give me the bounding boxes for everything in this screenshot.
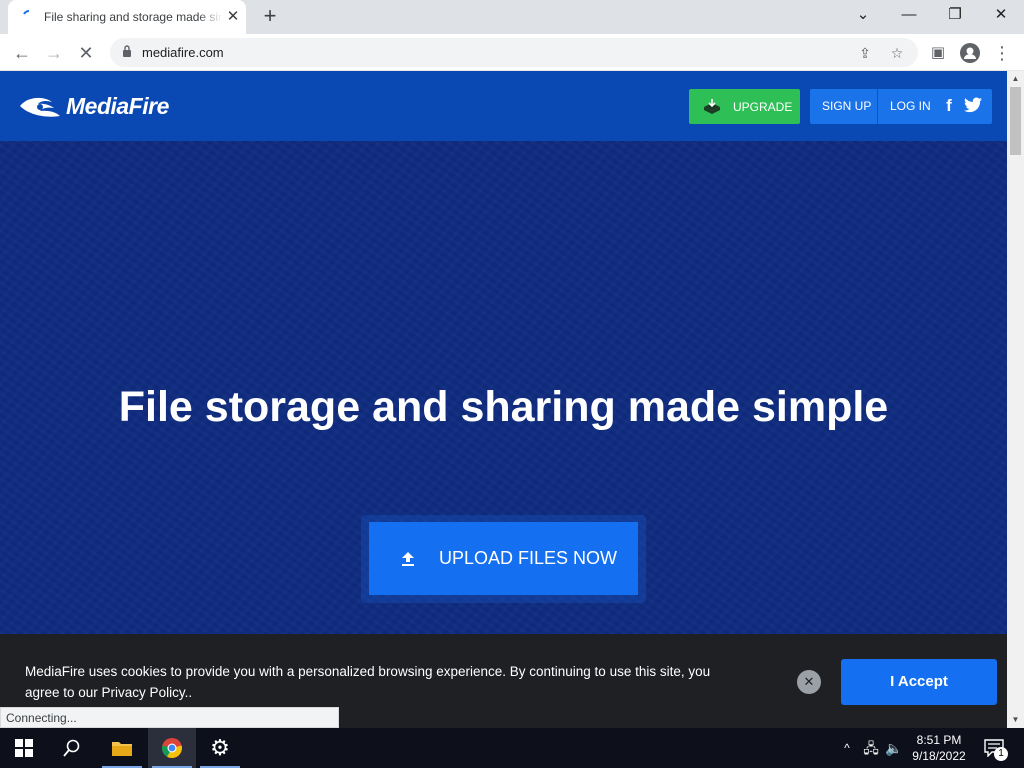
lock-icon bbox=[123, 45, 131, 57]
forward-icon[interactable]: → bbox=[42, 41, 66, 65]
upload-files-button[interactable]: UPLOAD FILES NOW bbox=[369, 522, 638, 595]
start-button[interactable] bbox=[0, 728, 48, 768]
clock-time: 8:51 PM bbox=[916, 733, 962, 747]
status-bubble: Connecting... bbox=[0, 707, 339, 728]
page-scrollbar[interactable]: ▲ ▼ bbox=[1007, 71, 1024, 728]
profile-avatar-icon[interactable] bbox=[958, 41, 982, 65]
menu-kebab-icon[interactable]: ⋮ bbox=[990, 41, 1014, 65]
back-icon[interactable]: ← bbox=[10, 41, 34, 65]
address-bar[interactable]: mediafire.com ⇪ ☆ bbox=[110, 38, 918, 67]
volume-icon[interactable]: 🔈 bbox=[884, 728, 904, 768]
scroll-up-icon[interactable]: ▲ bbox=[1007, 71, 1024, 87]
cookie-close-icon[interactable]: ✕ bbox=[797, 670, 821, 694]
notification-badge: 1 bbox=[994, 747, 1008, 761]
stop-loading-icon[interactable]: ✕ bbox=[74, 41, 98, 65]
browser-toolbar: ← → ✕ mediafire.com ⇪ ☆ ▣ ⋮ bbox=[0, 34, 1024, 71]
upload-label: UPLOAD FILES NOW bbox=[439, 548, 618, 568]
divider bbox=[877, 89, 878, 124]
mediafire-logo[interactable]: MediaFire bbox=[18, 91, 169, 121]
new-tab-button[interactable]: + bbox=[259, 5, 281, 28]
cookie-text: MediaFire uses cookies to provide you wi… bbox=[25, 664, 711, 700]
url-text: mediafire.com bbox=[142, 45, 224, 60]
settings-taskbar-button[interactable]: ⚙ bbox=[196, 728, 244, 768]
search-button[interactable] bbox=[48, 728, 96, 768]
chrome-icon bbox=[162, 738, 182, 758]
folder-icon bbox=[112, 742, 132, 756]
browser-tab[interactable]: File sharing and storage made simple ✕ bbox=[8, 0, 246, 34]
login-link[interactable]: LOG IN bbox=[890, 89, 931, 124]
hero-title: File storage and sharing made simple bbox=[118, 383, 889, 431]
tab-strip: File sharing and storage made simple ✕ +… bbox=[0, 0, 1024, 34]
upgrade-label: UPGRADE bbox=[733, 99, 793, 114]
restore-button[interactable]: ❐ bbox=[941, 4, 969, 26]
download-box-icon bbox=[704, 98, 720, 114]
side-panel-icon[interactable]: ▣ bbox=[926, 41, 950, 65]
network-icon[interactable]: 🖧 bbox=[861, 728, 881, 768]
upload-arrow-icon bbox=[402, 551, 414, 566]
windows-taskbar: ⚙ ^ 🖧 🔈 8:51 PM 9/18/2022 1 bbox=[0, 728, 1024, 768]
share-icon[interactable]: ⇪ bbox=[854, 42, 876, 64]
scroll-thumb[interactable] bbox=[1010, 87, 1021, 155]
bookmark-star-icon[interactable]: ☆ bbox=[886, 42, 908, 64]
upgrade-button[interactable]: UPGRADE bbox=[689, 89, 800, 124]
gear-icon: ⚙ bbox=[210, 735, 230, 760]
system-clock[interactable]: 8:51 PM 9/18/2022 bbox=[904, 732, 974, 764]
windows-logo-icon bbox=[15, 739, 33, 757]
scroll-down-icon[interactable]: ▼ bbox=[1007, 712, 1024, 728]
twitter-icon[interactable] bbox=[964, 97, 982, 115]
close-window-button[interactable]: ✕ bbox=[987, 4, 1015, 26]
facebook-icon[interactable]: f bbox=[940, 97, 958, 115]
auth-links: SIGN UP LOG IN f bbox=[810, 89, 992, 124]
page-viewport: MediaFire UPGRADE SIGN UP LOG IN f File … bbox=[0, 71, 1007, 728]
tab-search-icon[interactable]: ⌄ bbox=[849, 4, 877, 26]
loading-spinner-icon bbox=[23, 10, 30, 15]
chrome-taskbar-button[interactable] bbox=[148, 728, 196, 768]
site-header: MediaFire UPGRADE SIGN UP LOG IN f bbox=[0, 71, 1007, 141]
signup-link[interactable]: SIGN UP bbox=[822, 89, 871, 124]
notification-center-button[interactable]: 1 bbox=[980, 728, 1008, 768]
flame-logo-icon bbox=[20, 97, 60, 117]
clock-date: 9/18/2022 bbox=[912, 749, 966, 763]
logo-text: MediaFire bbox=[66, 92, 169, 119]
tab-title: File sharing and storage made simple bbox=[44, 10, 222, 24]
file-explorer-button[interactable] bbox=[98, 728, 146, 768]
accept-cookies-button[interactable]: I Accept bbox=[841, 659, 997, 705]
tab-close-icon[interactable]: ✕ bbox=[224, 8, 242, 26]
search-icon bbox=[63, 739, 80, 757]
minimize-button[interactable]: — bbox=[895, 4, 923, 26]
tray-overflow-icon[interactable]: ^ bbox=[838, 728, 856, 768]
